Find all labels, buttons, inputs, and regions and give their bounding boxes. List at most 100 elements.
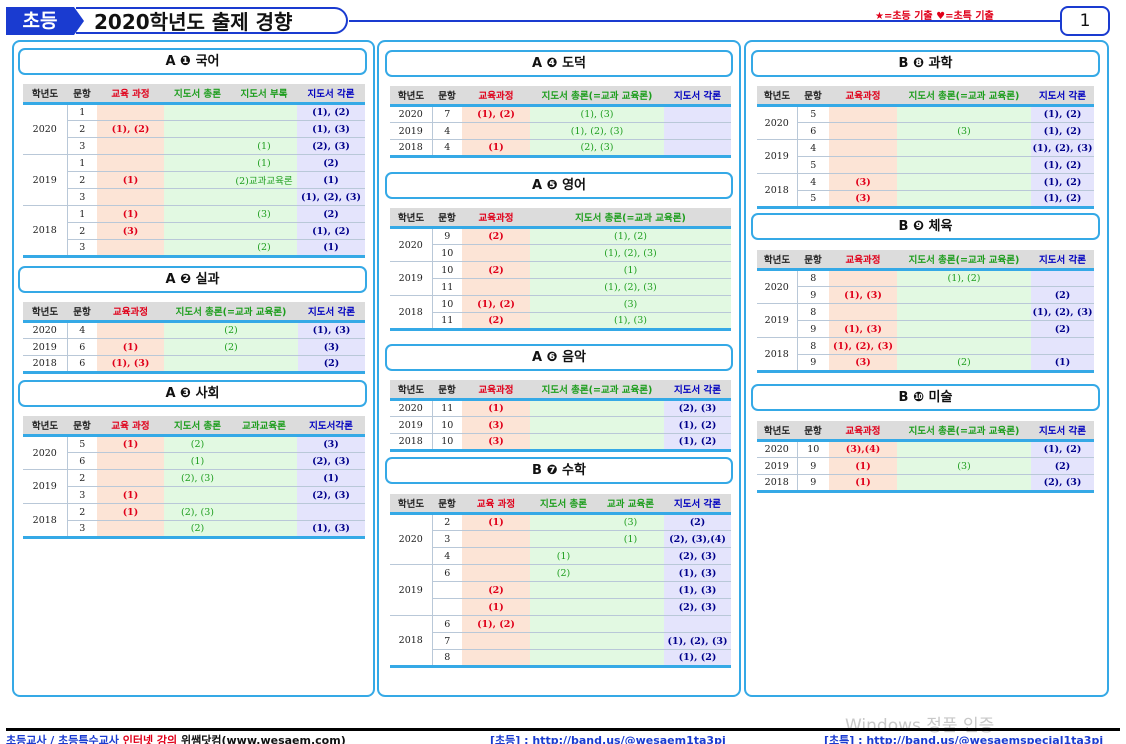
answer-cell: (3) [829,173,897,191]
column-header: 지도서 총론 [164,416,231,437]
answer-cell [462,547,530,565]
question-number-cell: 6 [66,338,97,356]
question-number-cell: 4 [796,173,829,191]
column-header: 교육과정 [829,86,897,107]
answer-cell: (2), (3) [664,547,731,565]
table-ethics: 학년도 문항 교육과정 지도서 총론(=교과 교육론) 지도서 각론 2020 7 (1), … [390,86,731,158]
table-row: 2019 4 (1), (2), (3) [390,122,731,140]
answer-cell: (2), (3) [1031,474,1094,493]
answer-cell: (2), (3) [664,598,731,616]
answer-cell: (1), (2) [297,222,365,240]
table-row: (1) (2), (3) [390,598,731,616]
table-row: 3 (2) (1), (3) [23,520,365,539]
question-number-cell: 1 [66,205,97,223]
answer-cell [530,513,597,531]
answer-cell: (1) [97,503,164,521]
column-header: 지도서 각론 [664,380,731,401]
table-row: 5 (1), (2) [757,156,1094,174]
year-cell: 2019 [390,261,432,296]
answer-cell [597,547,664,565]
answer-cell: (1), (2) [1031,173,1094,191]
answer-cell [462,632,530,650]
column-header: 지도서 각론 [298,302,365,323]
question-number-cell [431,581,462,599]
table-row: (2) (1), (3) [390,581,731,599]
question-number-cell: 10 [796,440,829,458]
footer-lecture: 인터넷 강의 [122,734,178,744]
footer-prefix: 초등교사 / 초등특수교사 [6,734,123,744]
answer-cell: (2) [231,239,297,258]
column-header: 지도서 각론 [1031,86,1094,107]
column-header: 문항 [432,86,462,107]
question-number-cell: 7 [431,105,462,123]
section-title-music: A ❻ 음악 [385,344,733,371]
year-cell: 2020 [390,399,432,417]
answer-cell: (1) [829,457,897,475]
answer-cell: (3) [897,122,1031,140]
answer-cell: (1), (3) [297,120,365,138]
answer-cell [297,503,365,521]
answer-cell: (1), (2), (3) [530,122,664,140]
answer-cell: (2) [462,581,530,599]
question-number-cell: 8 [796,269,829,287]
answer-cell: (3) [897,457,1031,475]
year-cell: 2018 [390,139,432,158]
column-header: 지도서 총론 [530,494,597,515]
answer-cell: (1), (2) [1031,105,1094,123]
answer-cell: (1), (2) [1031,190,1094,209]
answer-cell [164,239,231,258]
table-row: 6 (3) (1), (2) [757,122,1094,140]
footer-band-elementary-link[interactable]: [초등] : http://band.us/@wesaem1ta3pi [490,732,726,744]
table-header-row: 학년도 문항 교육과정 지도서 총론(=교과 교육론) 지도서 각론 [757,421,1094,442]
answer-cell [897,303,1031,321]
footer-band-special-link[interactable]: [초특] : http://band.us/@wesaemspecial1ta3… [824,732,1103,744]
answer-cell: (1) [1031,354,1094,373]
question-number-cell: 3 [66,188,97,206]
table-row: 3 (1), (2), (3) [23,188,365,206]
footer-site-link[interactable]: 위쌤닷컴(www.wesaem.com) [177,734,346,744]
table-row: 2020 8 (1), (2) [757,269,1094,304]
column-header: 교육과정 [97,302,164,323]
answer-cell [897,320,1031,338]
table-row: 2018 1 (1) (3) (2) [23,205,365,258]
answer-cell [829,156,897,174]
table-row: 2018 10 (3) (1), (2) [390,433,731,452]
question-number-cell: 10 [431,433,462,452]
answer-cell [597,632,664,650]
question-number-cell: 2 [66,171,97,189]
answer-cell: (3) [462,433,530,452]
section-title-social: A ❸ 사회 [18,380,367,407]
footer-left: 초등교사 / 초등특수교사 인터넷 강의 위쌤닷컴(www.wesaem.com… [6,732,346,744]
answer-cell [897,190,1031,209]
table-korean: 학년도 문항 교육 과정 지도서 총론 지도서 부록 지도서 각론 2020 1 (1), (2… [23,84,365,258]
question-number-cell: 6 [431,564,462,582]
answer-cell: (2), (3) [297,137,365,155]
answer-cell [462,278,530,296]
answer-cell: (1), (2), (3) [297,188,365,206]
answer-cell [530,530,597,548]
table-header-row: 학년도 문항 교육 과정 지도서 총론 교과교육론 지도서각론 [23,416,365,437]
question-number-cell: 10 [431,416,462,434]
table-row: 5 (3) (1), (2) [757,190,1094,209]
answer-cell [597,649,664,668]
table-row: 9 (3) (2) (1) [757,354,1094,373]
answer-cell [231,103,297,121]
answer-cell: (2) [1031,457,1094,475]
answer-cell: (2), (3) [297,452,365,470]
column-header: 문항 [67,84,97,105]
column-header: 학년도 [23,416,67,437]
column-header: 문항 [432,494,462,515]
footer: 초등교사 / 초등특수교사 인터넷 강의 위쌤닷컴(www.wesaem.com… [6,728,1120,744]
answer-cell: (3) [231,205,297,223]
answer-cell: (1) [530,261,731,279]
question-number-cell: 4 [431,122,462,140]
question-number-cell: 6 [66,355,97,374]
question-number-cell [431,598,462,616]
year-cell: 2020 [23,103,67,155]
question-number-cell: 6 [796,122,829,140]
answer-cell: (2) [164,520,231,539]
year-cell: 2018 [757,474,797,493]
question-number-cell: 3 [66,486,97,504]
answer-cell [97,321,164,339]
question-number-cell: 9 [796,354,829,373]
